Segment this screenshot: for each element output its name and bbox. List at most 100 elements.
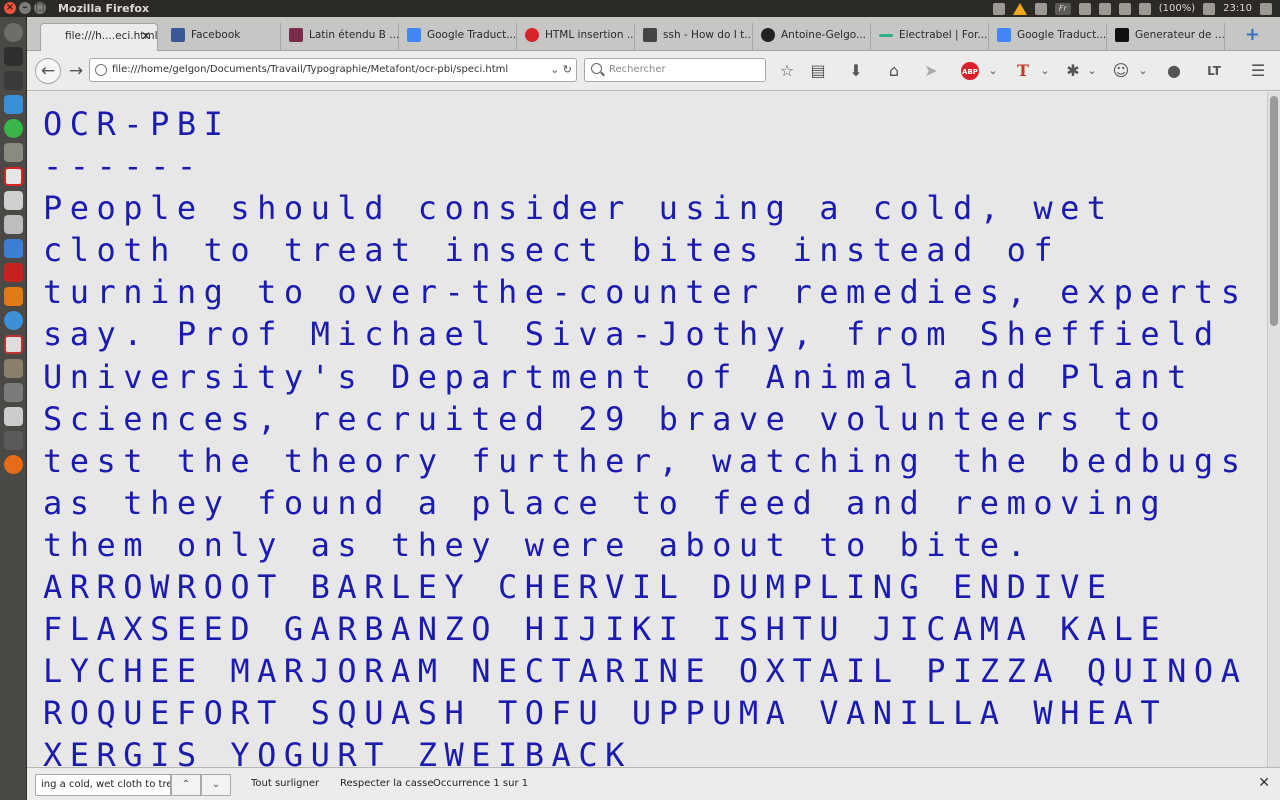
firefox-window: file:///h....eci.html ✕ Facebook Latin é… [27,17,1280,800]
warning-icon[interactable] [1012,2,1027,15]
webcam-icon[interactable] [4,407,23,426]
find-input[interactable]: ing a cold, wet cloth to treat [35,774,171,796]
bookmark-star-icon[interactable]: ☆ [777,61,797,81]
title-underline: ------ [43,147,204,186]
clock[interactable]: 23:10 [1223,3,1252,14]
battery-icon[interactable] [1138,2,1151,15]
home-icon[interactable]: ⌂ [884,61,904,81]
face-icon[interactable]: ☺ [1111,61,1131,81]
tab-github[interactable]: Antoine-Gelgo... [753,23,871,51]
menu-icon[interactable]: ☰ [1248,61,1268,81]
bluetooth-icon[interactable] [1078,2,1091,15]
system-monitor-icon[interactable] [4,431,23,450]
wifi-icon[interactable] [1118,2,1131,15]
reload-icon[interactable]: ⌄ ↻ [550,59,572,81]
match-case-toggle[interactable]: Respecter la casse [340,778,434,789]
files-icon[interactable] [4,191,23,210]
new-tab-button[interactable]: + [1245,26,1260,44]
send-icon[interactable]: ➤ [921,61,941,81]
face-dropdown-icon[interactable]: ⌄ [1133,61,1153,81]
find-previous-button[interactable]: ⌃ [171,774,201,796]
writer-icon[interactable] [4,239,23,258]
globe-icon[interactable] [4,311,23,330]
uppercase-sample: ARROWROOT BARLEY CHERVIL DUMPLING ENDIVE… [43,568,1248,767]
tab-facebook[interactable]: Facebook [163,23,281,51]
tools-icon[interactable] [4,215,23,234]
lt-extension-icon[interactable]: LT [1204,61,1224,81]
tab-bar: file:///h....eci.html ✕ Facebook Latin é… [27,17,1280,52]
url-text: file:///home/gelgon/Documents/Travail/Ty… [112,64,509,75]
unicode-icon [289,28,303,42]
reading-list-icon[interactable]: ▤ [808,61,828,81]
find-bar: ing a cold, wet cloth to treat ⌃ ⌄ Tout … [27,767,1280,800]
dash-home-icon[interactable] [4,23,23,42]
tab-ssh[interactable]: ssh - How do I t... [635,23,753,51]
tab-label: Antoine-Gelgo... [781,29,867,41]
tab-label: Google Traduct... [1017,29,1107,41]
highlight-all-toggle[interactable]: Tout surligner [251,778,319,789]
window-controls: × – □ [4,2,46,14]
app-title: Mozilla Firefox [58,2,150,15]
tab-latin-etendu[interactable]: Latin étendu B ... [281,23,399,51]
page-content: OCR-PBI ------ People should consider us… [27,92,1267,767]
window-close-button[interactable]: × [4,2,16,14]
tab-html-insertion[interactable]: HTML insertion ... [517,23,635,51]
firefox-icon[interactable] [4,455,23,474]
camera-icon[interactable] [4,383,23,402]
close-icon[interactable]: ✕ [1258,775,1270,791]
github-icon [761,28,775,42]
tab-label: HTML insertion ... [545,29,635,41]
adblock-dropdown-icon[interactable]: ⌄ [983,61,1003,81]
chat-bubble-icon[interactable]: ● [1164,61,1184,81]
tab-label: Generateur de ... [1135,29,1225,41]
tab-label: Facebook [191,29,241,41]
search-placeholder: Rechercher [609,64,666,75]
gimp-icon[interactable] [4,143,23,162]
tab-active[interactable]: file:///h....eci.html ✕ [40,23,158,52]
document-viewer-icon[interactable] [4,335,23,354]
url-bar[interactable]: file:///home/gelgon/Documents/Travail/Ty… [89,58,577,82]
volume-icon[interactable] [1203,2,1216,15]
keyboard-layout-indicator[interactable]: Fr [1054,2,1071,15]
system-tray: Fr (100%) 23:10 [992,1,1272,16]
tab-google-traduction-1[interactable]: Google Traduct... [399,23,517,51]
downloads-icon[interactable]: ⬇ [846,61,866,81]
battery-percentage: (100%) [1158,3,1196,14]
bug-dropdown-icon[interactable]: ⌄ [1082,61,1102,81]
bug-icon[interactable]: ✱ [1063,61,1083,81]
mail-icon[interactable] [1098,2,1111,15]
stack-icon [643,28,657,42]
find-next-button[interactable]: ⌄ [201,774,231,796]
dropbox-icon[interactable] [992,2,1005,15]
quora-icon [525,28,539,42]
thunderbird-icon[interactable] [4,95,23,114]
window-maximize-button[interactable]: □ [34,2,46,14]
dj-icon [1115,28,1129,42]
tab-label: Latin étendu B ... [309,29,399,41]
text-extension-dropdown-icon[interactable]: ⌄ [1035,61,1055,81]
text-extension-icon[interactable]: T [1013,61,1033,81]
ebook-icon[interactable] [4,167,23,186]
filezilla-icon[interactable] [4,263,23,282]
forward-button[interactable]: → [64,59,88,83]
archive-icon[interactable] [4,359,23,378]
window-minimize-button[interactable]: – [19,2,31,14]
back-button[interactable]: ← [35,58,61,84]
terminal-icon[interactable] [4,47,23,66]
scrollbar-thumb[interactable] [1270,96,1278,326]
network-icon[interactable] [1034,2,1047,15]
tab-electrabel[interactable]: Electrabel | For... [871,23,989,51]
chat-icon[interactable] [4,119,23,138]
tab-label: ssh - How do I t... [663,29,753,41]
find-status: Occurrence 1 sur 1 [433,778,529,789]
vlc-icon[interactable] [4,287,23,306]
tab-close-icon[interactable]: ✕ [141,24,151,48]
tab-generateur[interactable]: Generateur de ... [1107,23,1225,51]
tab-label: Google Traduct... [427,29,517,41]
vertical-scrollbar[interactable] [1267,92,1280,767]
settings-gear-icon[interactable] [1260,2,1272,15]
tab-google-traduction-2[interactable]: Google Traduct... [989,23,1107,51]
adblock-icon[interactable]: ABP [961,62,979,80]
search-input[interactable]: Rechercher [584,58,766,82]
inkscape-icon[interactable] [4,71,23,90]
